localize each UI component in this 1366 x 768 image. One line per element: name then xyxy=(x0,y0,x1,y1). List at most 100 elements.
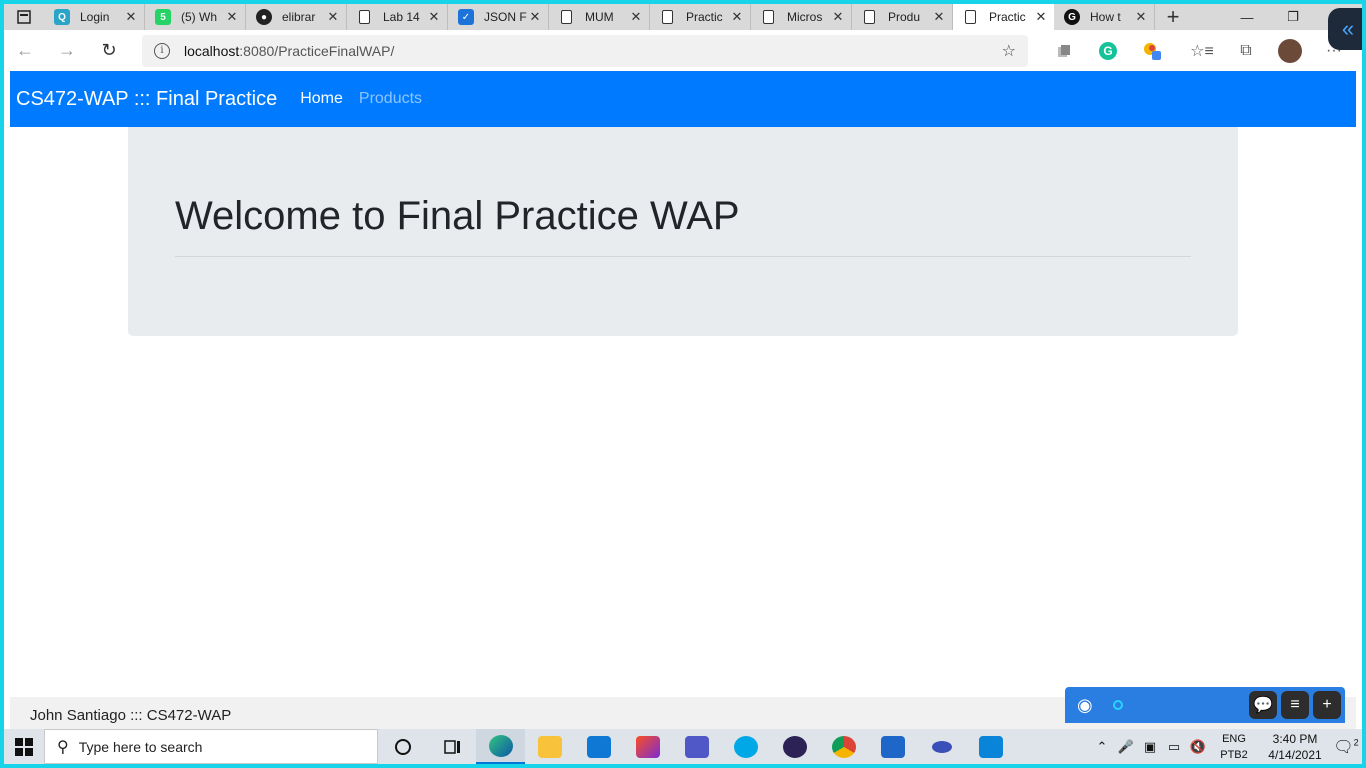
browser-tab[interactable]: ● elibrar ✕ xyxy=(246,4,347,30)
tab-title: Lab 14 xyxy=(383,10,420,24)
restore-button[interactable]: ❐ xyxy=(1270,9,1316,25)
grammarly-icon[interactable]: G xyxy=(1086,35,1130,67)
nav-products-link[interactable]: Products xyxy=(359,90,422,108)
notifications-icon[interactable]: 🗨2 xyxy=(1330,737,1362,757)
page-icon xyxy=(561,10,572,24)
browser-tab[interactable]: Practic ✕ xyxy=(650,4,751,30)
profile-avatar[interactable] xyxy=(1268,35,1312,67)
page-title: Welcome to Final Practice WAP xyxy=(175,194,740,238)
menu-icon[interactable]: ≡ xyxy=(1281,691,1309,719)
url-text[interactable]: localhost:8080/PracticeFinalWAP/ xyxy=(184,43,1002,59)
tab-title: Login xyxy=(80,10,110,24)
address-bar[interactable]: i localhost:8080/PracticeFinalWAP/ ☆ xyxy=(142,34,1028,67)
site-info-icon[interactable]: i xyxy=(154,42,170,59)
skype-icon[interactable] xyxy=(721,729,770,764)
page-icon xyxy=(359,10,370,24)
forward-button[interactable]: → xyxy=(46,35,88,67)
site-navbar: CS472-WAP ::: Final Practice Home Produc… xyxy=(10,71,1356,127)
notification-count: 2 xyxy=(1353,737,1359,748)
close-tab-icon[interactable]: ✕ xyxy=(427,9,441,25)
eclipse-icon[interactable] xyxy=(770,729,819,764)
sidebar-collapse-icon[interactable]: « xyxy=(1328,8,1362,50)
close-tab-icon[interactable]: ✕ xyxy=(225,9,239,25)
microphone-icon[interactable]: 🎤 xyxy=(1114,739,1138,755)
comment-icon[interactable]: 💬 xyxy=(1249,691,1277,719)
taskbar-search[interactable]: ⚲ Type here to search xyxy=(44,729,378,764)
clock[interactable]: 3:40 PM 4/14/2021 xyxy=(1260,731,1330,763)
speaker-muted-icon[interactable]: 🔇 xyxy=(1186,739,1210,755)
network-icon[interactable]: ▣ xyxy=(1138,739,1162,755)
battery-icon[interactable]: ▭ xyxy=(1162,739,1186,755)
browser-tab[interactable]: Q Login ✕ xyxy=(44,4,145,30)
extension-icon[interactable] xyxy=(1042,35,1086,67)
browser-tab[interactable]: G How t ✕ xyxy=(1054,4,1155,30)
tab-title: How t xyxy=(1090,10,1121,24)
page-icon xyxy=(662,10,673,24)
browser-tab[interactable]: Produ ✕ xyxy=(852,4,953,30)
browser-tab[interactable]: ✓ JSON F ✕ xyxy=(448,4,549,30)
checkbox-icon: ✓ xyxy=(458,9,474,25)
browser-window: Q Login ✕ 5 (5) Wh ✕ ● elibrar ✕ Lab 14 ✕ ✓ JSON F ✕ M… xyxy=(4,4,1362,764)
tab-title: elibrar xyxy=(282,10,316,24)
language-indicator[interactable]: ENG PTB2 xyxy=(1216,731,1252,763)
g-icon: G xyxy=(1064,9,1080,25)
eye-icon[interactable]: ◉ xyxy=(1077,695,1103,716)
browser-tab[interactable]: Practic ✕ xyxy=(953,4,1054,30)
start-button[interactable] xyxy=(4,729,44,764)
browser-tab[interactable]: Micros ✕ xyxy=(751,4,852,30)
recorder-toolbar: ◉ 💬 ≡ + xyxy=(1065,687,1345,723)
tab-actions-icon[interactable] xyxy=(4,4,44,30)
footer-text: John Santiago ::: CS472-WAP xyxy=(30,706,232,724)
minimize-button[interactable]: — xyxy=(1224,10,1270,25)
browser-toolbar: ← → ↻ i localhost:8080/PracticeFinalWAP/… xyxy=(4,30,1362,71)
vscode-icon[interactable] xyxy=(966,729,1015,764)
back-button[interactable]: ← xyxy=(4,35,46,67)
recording-indicator-icon xyxy=(1113,700,1123,710)
page-icon xyxy=(965,10,976,24)
page-icon xyxy=(864,10,875,24)
jumbotron: Welcome to Final Practice WAP xyxy=(128,127,1238,336)
windows-taskbar: ⚲ Type here to search ⌃ 🎤 ▣ ▭ 🔇 ENG PTB2 … xyxy=(4,729,1362,764)
system-tray: ⌃ 🎤 ▣ ▭ 🔇 ENG PTB2 3:40 PM 4/14/2021 🗨2 xyxy=(1090,729,1362,764)
nav-home-link[interactable]: Home xyxy=(300,90,343,108)
viewer-app-icon[interactable] xyxy=(917,729,966,764)
mail-icon[interactable] xyxy=(574,729,623,764)
site-brand[interactable]: CS472-WAP ::: Final Practice xyxy=(16,88,277,111)
task-view-icon[interactable] xyxy=(427,729,476,764)
divider xyxy=(175,256,1191,257)
refresh-button[interactable]: ↻ xyxy=(88,35,130,67)
favorites-icon[interactable]: ☆≡ xyxy=(1180,35,1224,67)
browser-tab[interactable]: Lab 14 ✕ xyxy=(347,4,448,30)
close-tab-icon[interactable]: ✕ xyxy=(730,9,744,25)
close-tab-icon[interactable]: ✕ xyxy=(1034,9,1048,25)
colorful-extension-icon[interactable] xyxy=(1130,35,1174,67)
close-tab-icon[interactable]: ✕ xyxy=(528,9,542,25)
file-explorer-icon[interactable] xyxy=(525,729,574,764)
teams-icon[interactable] xyxy=(672,729,721,764)
page-icon xyxy=(763,10,774,24)
new-tab-button[interactable]: + xyxy=(1155,4,1191,30)
plus-icon[interactable]: + xyxy=(1313,691,1341,719)
tab-title: Practic xyxy=(686,10,723,24)
close-tab-icon[interactable]: ✕ xyxy=(326,9,340,25)
close-tab-icon[interactable]: ✕ xyxy=(932,9,946,25)
search-placeholder: Type here to search xyxy=(78,738,203,755)
chevron-up-icon[interactable]: ⌃ xyxy=(1090,739,1114,755)
windows-logo-icon xyxy=(15,737,33,756)
tab-title: MUM xyxy=(585,10,614,24)
edge-app-icon[interactable] xyxy=(476,729,525,764)
chrome-icon[interactable] xyxy=(819,729,868,764)
close-tab-icon[interactable]: ✕ xyxy=(831,9,845,25)
tab-strip: Q Login ✕ 5 (5) Wh ✕ ● elibrar ✕ Lab 14 ✕ ✓ JSON F ✕ M… xyxy=(4,4,1362,30)
close-tab-icon[interactable]: ✕ xyxy=(124,9,138,25)
browser-tab[interactable]: 5 (5) Wh ✕ xyxy=(145,4,246,30)
intellij-icon[interactable] xyxy=(623,729,672,764)
close-tab-icon[interactable]: ✕ xyxy=(1134,9,1148,25)
browser-tab[interactable]: MUM ✕ xyxy=(549,4,650,30)
add-favorite-icon[interactable]: ☆ xyxy=(1002,41,1016,61)
collections-icon[interactable]: ⧉ xyxy=(1224,35,1268,67)
photos-icon[interactable] xyxy=(868,729,917,764)
close-tab-icon[interactable]: ✕ xyxy=(629,9,643,25)
cortana-icon[interactable] xyxy=(378,729,427,764)
github-icon: ● xyxy=(256,9,272,25)
